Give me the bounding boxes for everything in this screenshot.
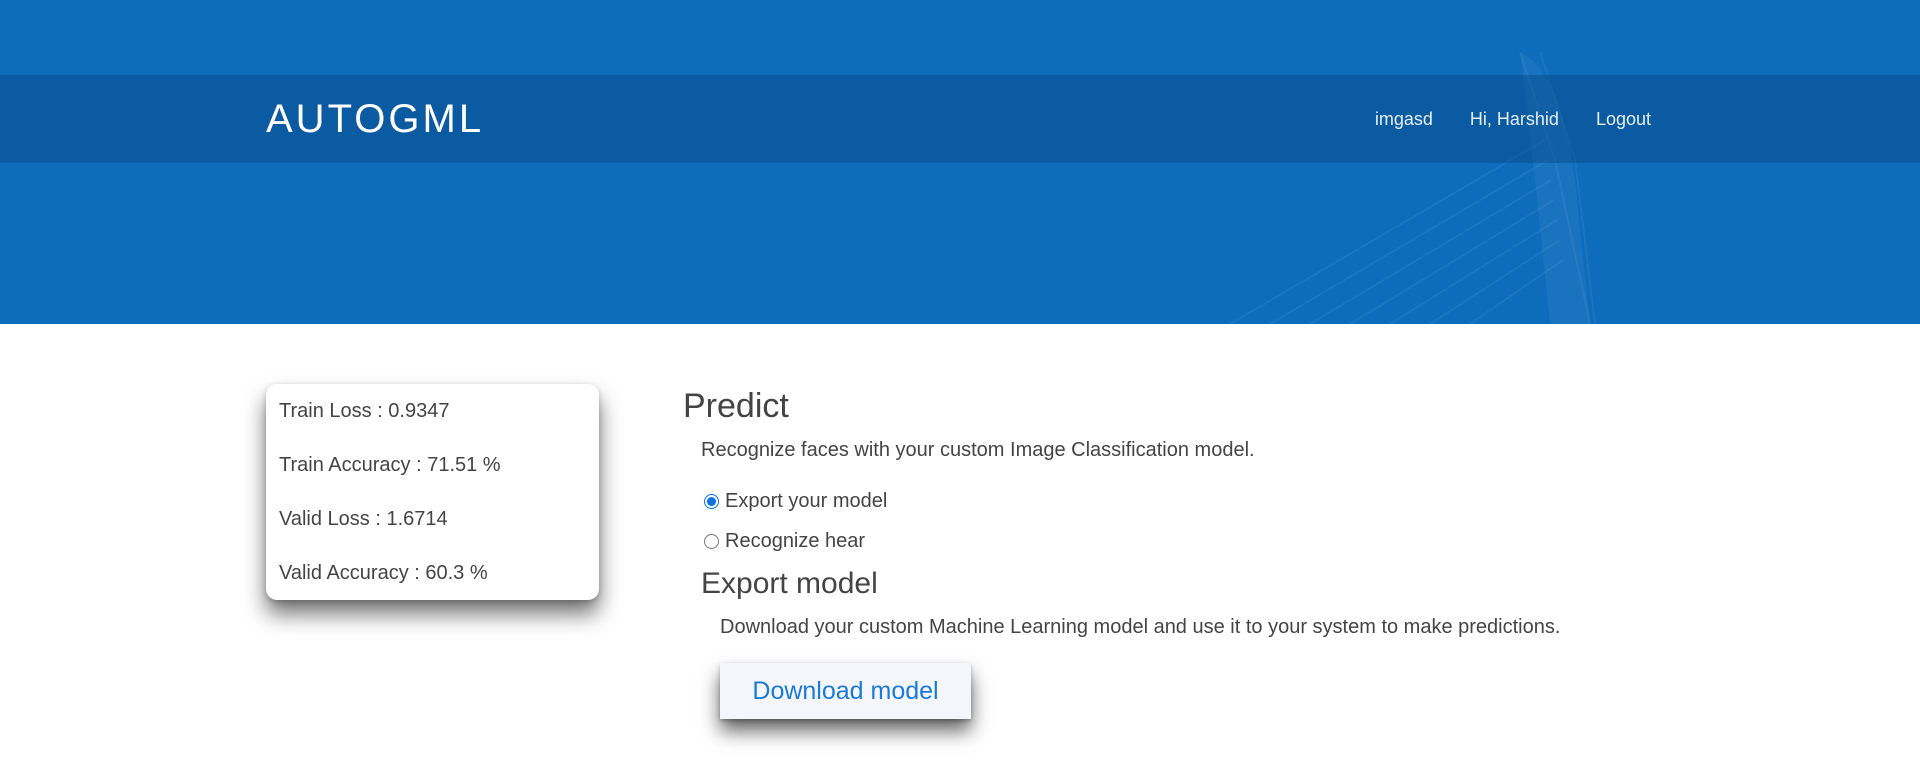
predict-description: Recognize faces with your custom Image C… xyxy=(701,439,1255,461)
export-option-label: Export your model xyxy=(725,490,888,512)
model-stats-card: Train Loss : 0.9347 Train Accuracy : 71.… xyxy=(266,384,599,600)
train-accuracy-stat: Train Accuracy : 71.51 % xyxy=(279,454,501,476)
predict-section: Predict Recognize faces with your custom… xyxy=(683,384,1683,719)
top-navbar: AUTOGML imgasd Hi, Harshid Logout xyxy=(0,75,1920,163)
export-option[interactable]: Export your model xyxy=(701,490,887,513)
nav-link-user-greeting[interactable]: Hi, Harshid xyxy=(1470,108,1559,130)
recognize-option-label: Recognize hear xyxy=(725,530,866,552)
valid-loss-stat: Valid Loss : 1.6714 xyxy=(279,508,448,530)
recognize-option-radio[interactable] xyxy=(704,534,719,549)
recognize-option[interactable]: Recognize hear xyxy=(701,530,865,553)
nav-link-project[interactable]: imgasd xyxy=(1375,108,1433,130)
brand-logo[interactable]: AUTOGML xyxy=(266,97,484,141)
download-model-button[interactable]: Download model xyxy=(720,663,971,719)
nav-link-logout[interactable]: Logout xyxy=(1596,108,1651,130)
nav-links: imgasd Hi, Harshid Logout xyxy=(1338,108,1651,130)
train-loss-stat: Train Loss : 0.9347 xyxy=(279,400,450,422)
export-model-title: Export model xyxy=(701,567,878,600)
export-option-radio[interactable] xyxy=(704,494,719,509)
export-model-description: Download your custom Machine Learning mo… xyxy=(720,616,1561,638)
predict-title: Predict xyxy=(683,387,789,425)
valid-accuracy-stat: Valid Accuracy : 60.3 % xyxy=(279,562,488,584)
